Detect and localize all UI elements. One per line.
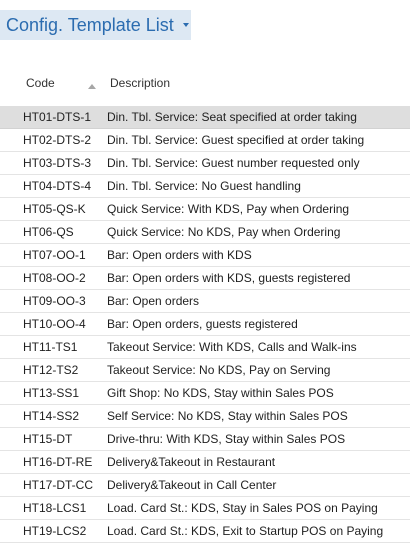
row-description: Delivery&Takeout in Restaurant <box>107 455 276 469</box>
row-code: HT14-SS2 <box>23 409 80 423</box>
table-row[interactable]: HT19-LCS2 Load. Card St.: KDS, Exit to St… <box>0 520 410 543</box>
row-description: Din. Tbl. Service: Guest number requeste… <box>107 156 360 170</box>
row-description: Bar: Open orders with KDS, guests regist… <box>107 271 351 285</box>
table-row[interactable]: HT09-OO-3 Bar: Open orders <box>0 290 410 313</box>
table-row[interactable]: HT13-SS1 Gift Shop: No KDS, Stay within S… <box>0 382 410 405</box>
row-code: HT12-TS2 <box>23 363 79 377</box>
table-row[interactable]: HT17-DT-CC Delivery&Takeout in Call Cente… <box>0 474 410 497</box>
row-code: HT17-DT-CC <box>23 478 94 492</box>
table-row[interactable]: HT05-QS-K Quick Service: With KDS, Pay wh… <box>0 198 410 221</box>
row-code: HT19-LCS2 <box>23 524 87 538</box>
table-row[interactable]: HT03-DTS-3 Din. Tbl. Service: Guest numbe… <box>0 152 410 175</box>
list-body: HT01-DTS-1 Din. Tbl. Service: Seat specif… <box>0 106 410 543</box>
row-description: Din. Tbl. Service: No Guest handling <box>107 179 301 193</box>
table-row[interactable]: HT01-DTS-1 Din. Tbl. Service: Seat specif… <box>0 106 410 129</box>
row-description: Takeout Service: With KDS, Calls and Wal… <box>107 340 357 354</box>
row-code: HT13-SS1 <box>23 386 80 400</box>
column-header-code[interactable]: Code <box>26 76 55 90</box>
row-description: Drive-thru: With KDS, Stay within Sales … <box>107 432 346 446</box>
table-row[interactable]: HT02-DTS-2 Din. Tbl. Service: Guest speci… <box>0 129 410 152</box>
row-code: HT06-QS <box>23 225 74 239</box>
row-description: Din. Tbl. Service: Seat specified at ord… <box>107 110 357 124</box>
list-header: Code Description <box>0 62 410 106</box>
row-description: Load. Card St.: KDS, Exit to Startup POS… <box>107 524 384 538</box>
row-code: HT08-OO-2 <box>23 271 86 285</box>
template-list: Code Description HT01-DTS-1 Din. Tbl. Ser… <box>0 62 410 543</box>
column-header-description[interactable]: Description <box>110 76 170 90</box>
table-row[interactable]: HT16-DT-RE Delivery&Takeout in Restaurant <box>0 451 410 474</box>
sort-ascending-icon[interactable] <box>88 84 96 89</box>
row-description: Quick Service: No KDS, Pay when Ordering <box>107 225 341 239</box>
row-code: HT09-OO-3 <box>23 294 86 308</box>
row-code: HT03-DTS-3 <box>23 156 92 170</box>
row-description: Bar: Open orders with KDS <box>107 248 252 262</box>
row-description: Bar: Open orders <box>107 294 200 308</box>
table-row[interactable]: HT15-DT Drive-thru: With KDS, Stay within… <box>0 428 410 451</box>
row-description: Gift Shop: No KDS, Stay within Sales POS <box>107 386 334 400</box>
page-title: Config. Template List <box>6 14 174 35</box>
row-description: Quick Service: With KDS, Pay when Orderi… <box>107 202 350 216</box>
table-row[interactable]: HT12-TS2 Takeout Service: No KDS, Pay on … <box>0 359 410 382</box>
row-description: Din. Tbl. Service: Guest specified at or… <box>107 133 365 147</box>
row-code: HT05-QS-K <box>23 202 86 216</box>
table-row[interactable]: HT06-QS Quick Service: No KDS, Pay when O… <box>0 221 410 244</box>
table-row[interactable]: HT07-OO-1 Bar: Open orders with KDS <box>0 244 410 267</box>
row-code: HT04-DTS-4 <box>23 179 92 193</box>
table-row[interactable]: HT11-TS1 Takeout Service: With KDS, Calls… <box>0 336 410 359</box>
chevron-down-icon <box>182 23 189 27</box>
table-row[interactable]: HT04-DTS-4 Din. Tbl. Service: No Guest ha… <box>0 175 410 198</box>
row-code: HT02-DTS-2 <box>23 133 92 147</box>
row-description: Takeout Service: No KDS, Pay on Serving <box>107 363 331 377</box>
row-code: HT15-DT <box>23 432 73 446</box>
page-title-dropdown[interactable]: Config. Template List <box>0 10 191 40</box>
row-code: HT01-DTS-1 <box>23 110 92 124</box>
table-row[interactable]: HT10-OO-4 Bar: Open orders, guests regist… <box>0 313 410 336</box>
row-code: HT07-OO-1 <box>23 248 86 262</box>
row-description: Bar: Open orders, guests registered <box>107 317 298 331</box>
table-row[interactable]: HT18-LCS1 Load. Card St.: KDS, Stay in Sa… <box>0 497 410 520</box>
table-row[interactable]: HT08-OO-2 Bar: Open orders with KDS, gues… <box>0 267 410 290</box>
table-row[interactable]: HT14-SS2 Self Service: No KDS, Stay withi… <box>0 405 410 428</box>
row-code: HT18-LCS1 <box>23 501 87 515</box>
row-description: Self Service: No KDS, Stay within Sales … <box>107 409 348 423</box>
row-description: Load. Card St.: KDS, Stay in Sales POS o… <box>107 501 378 515</box>
row-code: HT11-TS1 <box>23 340 78 354</box>
row-code: HT16-DT-RE <box>23 455 93 469</box>
row-description: Delivery&Takeout in Call Center <box>107 478 277 492</box>
row-code: HT10-OO-4 <box>23 317 86 331</box>
